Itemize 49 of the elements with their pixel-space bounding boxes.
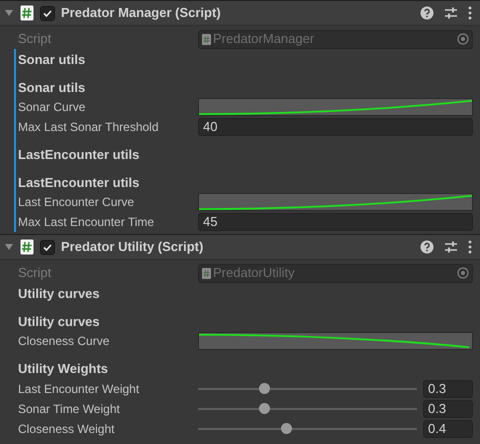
slider[interactable] xyxy=(198,402,417,414)
help-icon[interactable] xyxy=(420,240,434,254)
section-header: Utility curves xyxy=(18,312,100,331)
slider[interactable] xyxy=(198,422,417,434)
check-icon xyxy=(42,8,53,18)
field-label: Last Encounter Curve xyxy=(18,194,136,211)
number-field[interactable]: 0.3 xyxy=(423,400,473,418)
section-header: LastEncounter utils xyxy=(18,146,140,164)
number-field[interactable]: 45 xyxy=(198,213,473,231)
field-label: Max Last Encounter Time xyxy=(18,214,156,231)
script-file-icon xyxy=(20,5,34,21)
slider-thumb[interactable] xyxy=(280,423,292,434)
number-field[interactable]: 0.3 xyxy=(423,380,473,398)
field-label: Max Last Sonar Threshold xyxy=(18,119,160,136)
field-label: Sonar Curve xyxy=(18,99,86,116)
section-header: Sonar utils xyxy=(18,78,86,96)
settings-sliders-icon[interactable] xyxy=(444,240,458,254)
script-file-icon xyxy=(202,34,211,44)
enabled-checkbox[interactable] xyxy=(40,240,55,254)
script-file-icon xyxy=(20,239,34,255)
section-header: Utility curves xyxy=(18,285,100,303)
field-label: Script xyxy=(18,264,52,282)
script-file-icon xyxy=(202,268,211,278)
slider[interactable] xyxy=(198,382,417,394)
section-header: Utility Weights xyxy=(18,360,108,378)
enabled-checkbox[interactable] xyxy=(40,6,55,20)
slider-thumb[interactable] xyxy=(258,383,270,394)
curve-field[interactable] xyxy=(198,193,473,211)
field-label: Sonar Time Weight xyxy=(18,400,121,418)
component-title: Predator Utility (Script) xyxy=(61,238,204,256)
check-icon xyxy=(42,242,53,252)
number-field[interactable]: 0.4 xyxy=(423,420,473,438)
settings-sliders-icon[interactable] xyxy=(444,6,458,20)
field-label: Last Encounter Weight xyxy=(18,380,140,398)
number-field[interactable]: 40 xyxy=(198,118,473,136)
field-label: Script xyxy=(18,30,52,48)
field-label: Closeness Curve xyxy=(18,333,110,350)
more-menu-icon[interactable] xyxy=(468,6,472,20)
more-menu-icon[interactable] xyxy=(468,240,472,254)
component-title: Predator Manager (Script) xyxy=(61,4,222,22)
curve-field[interactable] xyxy=(198,332,473,350)
expand-icon[interactable] xyxy=(4,242,14,252)
section-header: Sonar utils xyxy=(18,51,86,69)
section-header: LastEncounter utils xyxy=(18,174,140,192)
slider-thumb[interactable] xyxy=(258,403,270,414)
expand-icon[interactable] xyxy=(4,8,14,18)
field-label: Closeness Weight xyxy=(18,420,116,438)
help-icon[interactable] xyxy=(420,6,434,20)
curve-field[interactable] xyxy=(198,98,473,116)
